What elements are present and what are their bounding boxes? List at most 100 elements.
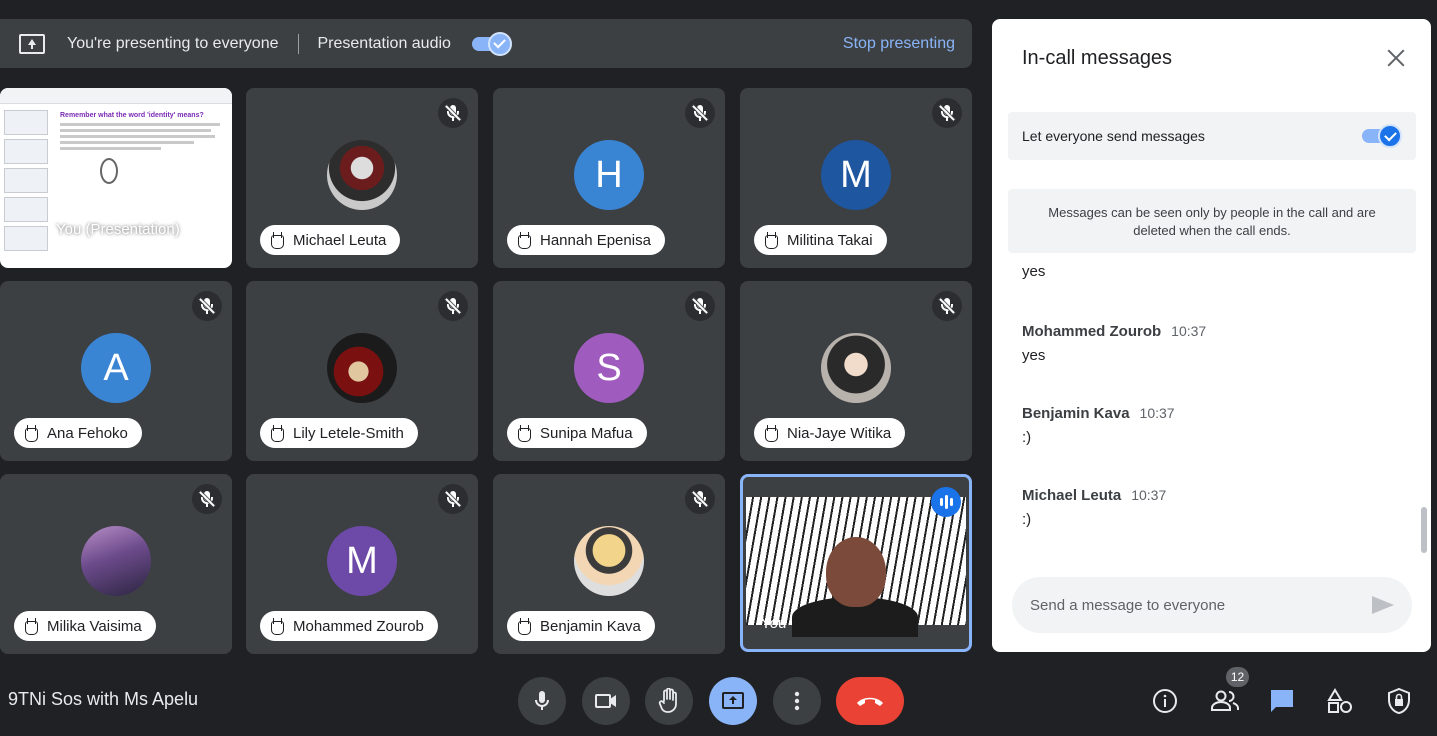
mic-off-icon (192, 291, 222, 321)
end-call-button[interactable] (836, 677, 904, 725)
participant-tile[interactable]: Lily Letele-Smith (246, 281, 478, 461)
participant-tile[interactable]: Michael Leuta (246, 88, 478, 268)
self-video (746, 497, 966, 637)
let-everyone-toggle[interactable] (1360, 124, 1402, 148)
hand-raised-icon (764, 232, 778, 249)
participant-tile[interactable]: A Ana Fehoko (0, 281, 232, 461)
info-icon (1153, 689, 1177, 713)
message-time: 10:37 (1139, 405, 1175, 421)
slides-toolbar (0, 88, 232, 104)
participant-name-pill: Milika Vaisima (14, 611, 156, 641)
participant-name: Michael Leuta (293, 231, 387, 249)
presenting-status: You're presenting to everyone (67, 34, 279, 52)
present-screen-icon (722, 692, 744, 709)
participant-name: Militina Takai (787, 231, 873, 249)
message-sender: Mohammed Zourob (1022, 323, 1162, 340)
hand-icon (658, 688, 677, 713)
message-input[interactable] (1030, 596, 1372, 614)
slide-thumbnails (4, 110, 52, 260)
host-controls-button[interactable] (1385, 687, 1413, 715)
divider (297, 33, 299, 54)
avatar (327, 333, 397, 403)
participant-name: Ana Fehoko (47, 424, 128, 442)
people-button[interactable] (1209, 687, 1241, 715)
hand-raised-icon (517, 232, 531, 249)
message-compose (1012, 577, 1412, 633)
microphone-button[interactable] (518, 677, 566, 725)
presentation-audio-label: Presentation audio (317, 34, 451, 52)
chat-message: yes (1022, 263, 1045, 280)
mic-off-icon (438, 291, 468, 321)
message-text: yes (1022, 263, 1046, 280)
mic-off-icon (932, 98, 962, 128)
more-vert-icon (794, 691, 800, 711)
activities-icon (1327, 688, 1352, 713)
participant-name: Lily Letele-Smith (293, 424, 404, 442)
participant-name: Benjamin Kava (540, 617, 641, 635)
participant-name-pill: Ana Fehoko (14, 418, 142, 448)
participant-name-pill: Benjamin Kava (507, 611, 655, 641)
camera-icon (595, 694, 616, 708)
avatar: M (821, 140, 891, 210)
speaking-indicator-icon (931, 487, 961, 517)
hand-raised-icon (517, 425, 531, 442)
self-label: You (761, 615, 787, 632)
shield-lock-icon (1388, 687, 1410, 715)
participant-name-pill: Nia-Jaye Witika (754, 418, 906, 448)
stop-presenting-button[interactable]: Stop presenting (843, 35, 955, 53)
let-everyone-label: Let everyone send messages (1022, 128, 1205, 144)
avatar (327, 140, 397, 210)
message-sender: Michael Leuta (1022, 487, 1122, 504)
participant-name-pill: Sunipa Mafua (507, 418, 647, 448)
mic-off-icon (685, 484, 715, 514)
hand-raised-icon (24, 425, 38, 442)
participant-name: Sunipa Mafua (540, 424, 633, 442)
self-video-tile[interactable]: You (740, 474, 972, 652)
participant-tile[interactable]: Benjamin Kava (493, 474, 725, 654)
mic-off-icon (685, 291, 715, 321)
mic-off-icon (438, 484, 468, 514)
hand-raised-icon (270, 425, 284, 442)
chat-icon (1271, 690, 1293, 712)
avatar: S (574, 333, 644, 403)
chat-button[interactable] (1268, 687, 1296, 715)
participant-name-pill: Michael Leuta (260, 225, 401, 255)
raise-hand-button[interactable] (645, 677, 693, 725)
chat-message: Michael Leuta 10:37 :) (1022, 487, 1166, 528)
avatar: A (81, 333, 151, 403)
presenting-bar: You're presenting to everyone Presentati… (0, 19, 972, 68)
chat-info-notice: Messages can be seen only by people in t… (1008, 189, 1416, 253)
participant-tile[interactable]: M Militina Takai (740, 88, 972, 268)
meeting-details-button[interactable] (1151, 687, 1179, 715)
avatar (821, 333, 891, 403)
participant-tile[interactable]: H Hannah Epenisa (493, 88, 725, 268)
participant-tile[interactable]: Nia-Jaye Witika (740, 281, 972, 461)
message-text: :) (1022, 429, 1032, 446)
presentation-tile[interactable]: Remember what the word 'identity' means?… (0, 88, 232, 268)
hand-raised-icon (764, 425, 778, 442)
message-time: 10:37 (1171, 323, 1207, 339)
chat-title: In-call messages (1022, 47, 1173, 69)
message-sender: Benjamin Kava (1022, 405, 1130, 422)
let-everyone-row: Let everyone send messages (1008, 112, 1416, 160)
chat-scrollbar[interactable] (1421, 507, 1427, 553)
present-screen-icon (19, 33, 45, 54)
close-icon[interactable] (1385, 47, 1407, 69)
camera-button[interactable] (582, 677, 630, 725)
present-screen-button[interactable] (709, 677, 757, 725)
avatar: H (574, 140, 644, 210)
presentation-audio-toggle[interactable] (470, 31, 512, 56)
participant-tile[interactable]: M Mohammed Zourob (246, 474, 478, 654)
participant-name-pill: Lily Letele-Smith (260, 418, 418, 448)
activities-button[interactable] (1326, 687, 1354, 715)
mic-off-icon (438, 98, 468, 128)
participant-tile[interactable]: Milika Vaisima (0, 474, 232, 654)
participant-name-pill: Militina Takai (754, 225, 887, 255)
message-text: yes (1022, 347, 1046, 364)
chat-message: Mohammed Zourob 10:37 yes (1022, 323, 1206, 364)
send-icon[interactable] (1372, 596, 1394, 614)
more-options-button[interactable] (773, 677, 821, 725)
participant-name: Nia-Jaye Witika (787, 424, 892, 442)
chat-message: Benjamin Kava 10:37 :) (1022, 405, 1175, 446)
participant-tile[interactable]: S Sunipa Mafua (493, 281, 725, 461)
